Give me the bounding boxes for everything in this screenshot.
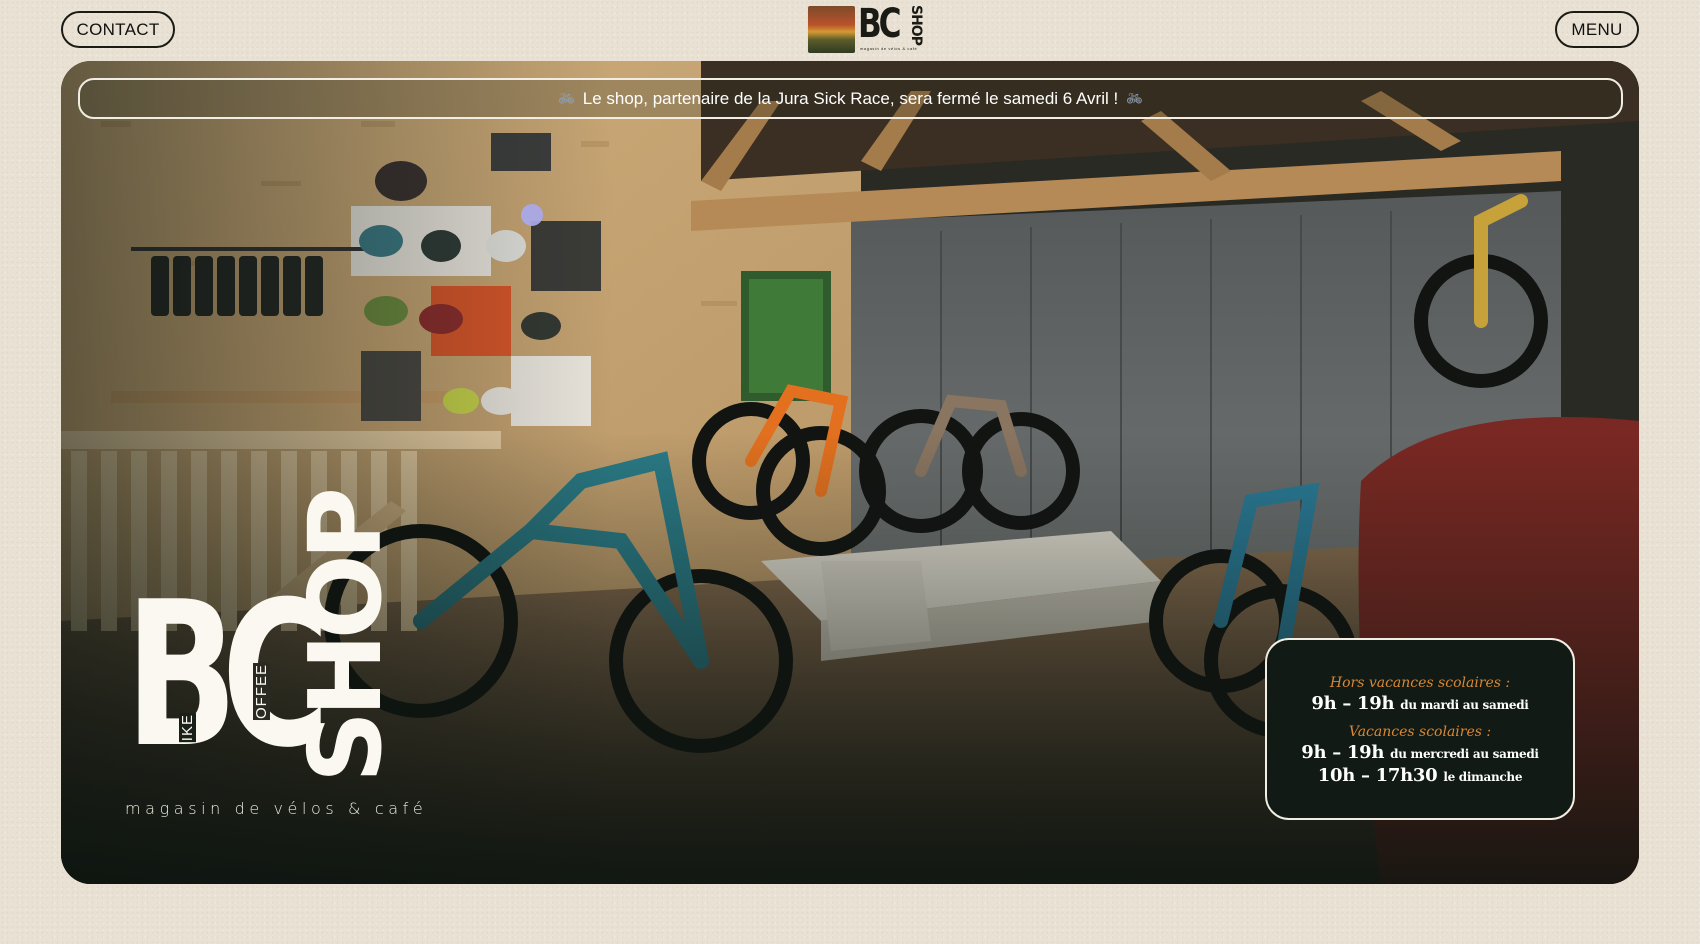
- hours-line: 10h – 17h30 le dimanche: [1317, 764, 1523, 786]
- hero-logo-coffee: OFFEE: [253, 663, 270, 721]
- hero-logo: BC IKE OFFEE SHOP magasin de vélos & caf…: [125, 492, 445, 831]
- announcement-banner: 🚲︎ Le shop, partenaire de la Jura Sick R…: [78, 78, 1623, 119]
- hours-line: 9h – 19h du mardi au samedi: [1311, 693, 1528, 714]
- hours-days: du mardi au samedi: [1400, 697, 1529, 712]
- logo-wordmark: BC SHOP magasin de vélos & café: [858, 1, 924, 53]
- cursor-dot: [521, 204, 543, 226]
- logo-landscape-swatch: [808, 5, 855, 53]
- hero-section: 🚲︎ Le shop, partenaire de la Jura Sick R…: [61, 61, 1639, 884]
- hours-days: du mercredi au samedi: [1390, 746, 1539, 761]
- logo-subtitle: magasin de vélos & café: [860, 46, 918, 51]
- hours-time: 9h – 19h: [1311, 692, 1395, 714]
- bicycle-icon: 🚲︎: [558, 90, 575, 106]
- announcement-text: Le shop, partenaire de la Jura Sick Race…: [582, 88, 1119, 108]
- hero-logo-shop: SHOP: [287, 492, 404, 783]
- bicycle-icon: 🚲︎: [1126, 90, 1143, 106]
- site-logo[interactable]: BC SHOP magasin de vélos & café: [808, 1, 924, 53]
- hero-tagline: magasin de vélos & café: [125, 799, 428, 818]
- hours-label-holidays: Vacances scolaires :: [1348, 723, 1492, 740]
- hours-days: le dimanche: [1443, 769, 1523, 784]
- hours-label-off-season: Hors vacances scolaires :: [1329, 674, 1511, 691]
- logo-bc: BC: [858, 1, 902, 47]
- hours-time: 10h – 17h30: [1317, 764, 1438, 786]
- menu-button[interactable]: MENU: [1555, 11, 1639, 48]
- hours-time: 9h – 19h: [1301, 741, 1385, 763]
- hero-logo-bike: IKE: [179, 713, 196, 743]
- opening-hours-card: Hors vacances scolaires : 9h – 19h du ma…: [1265, 638, 1575, 820]
- hours-line: 9h – 19h du mercredi au samedi: [1301, 741, 1539, 763]
- contact-button[interactable]: CONTACT: [61, 11, 175, 48]
- logo-shop: SHOP: [908, 5, 924, 45]
